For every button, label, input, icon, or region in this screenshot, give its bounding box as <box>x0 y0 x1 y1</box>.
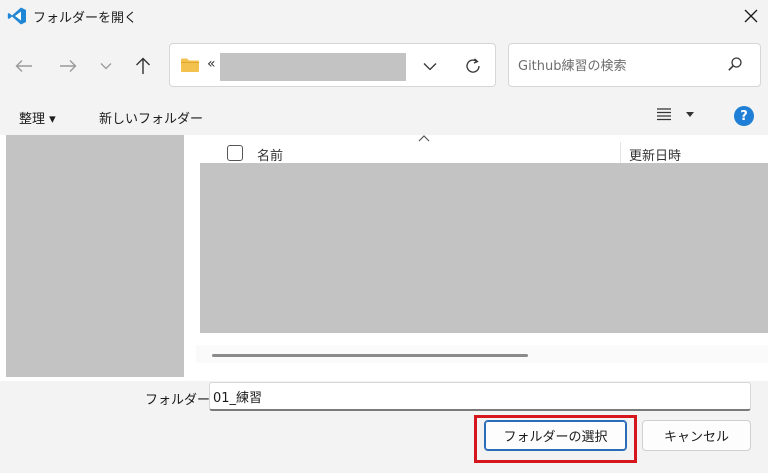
chevron-down-icon <box>100 63 112 70</box>
search-input[interactable] <box>518 55 718 77</box>
sort-ascending-icon <box>418 135 430 142</box>
folder-icon <box>181 58 199 72</box>
select-folder-button[interactable]: フォルダーの選択 <box>484 420 627 451</box>
address-overflow-marker[interactable]: « <box>207 56 216 72</box>
view-options-button[interactable] <box>656 107 694 121</box>
cancel-button[interactable]: キャンセル <box>642 420 751 451</box>
address-bar[interactable]: « <box>169 43 496 87</box>
back-button[interactable] <box>11 53 37 79</box>
column-header-date-modified[interactable]: 更新日時 <box>629 145 681 164</box>
navigation-pane[interactable] <box>0 135 190 381</box>
navigation-tree-redacted <box>6 135 184 377</box>
file-list-pane[interactable]: 名前 更新日時 <box>190 135 768 381</box>
horizontal-scrollbar-thumb[interactable] <box>212 354 528 357</box>
chevron-down-icon <box>423 62 437 70</box>
window-title: フォルダーを開く <box>33 11 138 26</box>
dialog-footer: フォルダー: フォルダーの選択 キャンセル <box>0 381 768 473</box>
search-icon[interactable] <box>727 56 743 72</box>
help-icon: ? <box>740 108 748 124</box>
column-header-name[interactable]: 名前 <box>257 145 283 164</box>
arrow-left-icon <box>15 60 32 72</box>
navigation-bar: « <box>0 31 768 97</box>
file-list-redacted <box>200 163 768 333</box>
arrow-right-icon <box>60 60 77 72</box>
command-toolbar: 整理 ▾ 新しいフォルダー ? <box>0 97 768 135</box>
forward-button[interactable] <box>55 53 81 79</box>
refresh-icon <box>466 58 480 73</box>
caret-down-icon <box>686 111 694 117</box>
title-bar: フォルダーを開く <box>0 0 768 31</box>
help-button[interactable]: ? <box>734 106 754 126</box>
recent-locations-button[interactable] <box>93 53 119 79</box>
list-view-icon <box>657 108 671 121</box>
vscode-icon <box>7 7 27 25</box>
search-box <box>508 43 761 87</box>
organize-menu[interactable]: 整理 ▾ <box>19 108 56 127</box>
close-icon <box>744 9 758 22</box>
close-button[interactable] <box>734 0 768 31</box>
folder-name-input[interactable] <box>209 382 751 411</box>
address-path-redacted <box>220 53 406 81</box>
arrow-up-icon <box>136 57 150 74</box>
select-all-checkbox[interactable] <box>227 145 243 161</box>
address-dropdown-button[interactable] <box>418 55 442 77</box>
refresh-button[interactable] <box>461 55 485 77</box>
new-folder-button[interactable]: 新しいフォルダー <box>99 108 203 127</box>
up-button[interactable] <box>130 53 156 79</box>
folder-label: フォルダー: <box>145 393 215 408</box>
